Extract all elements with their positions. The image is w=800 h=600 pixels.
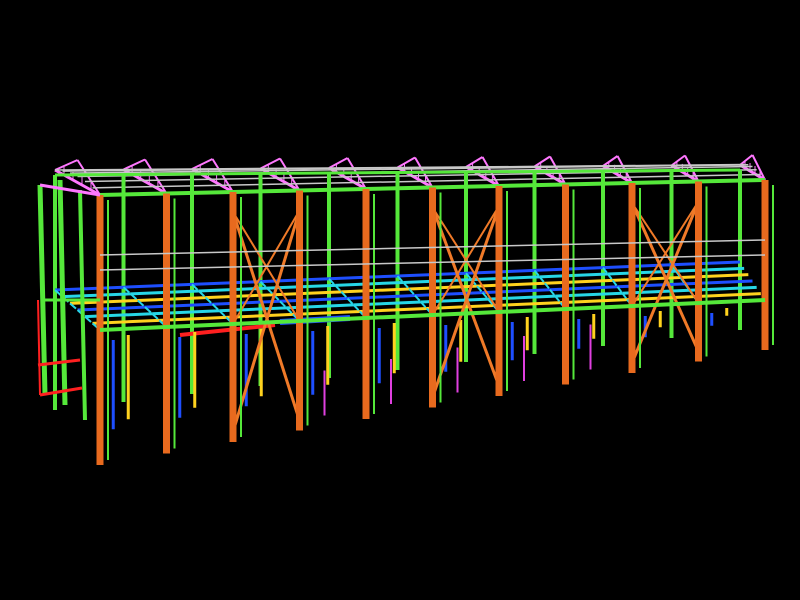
roof-truss-rafter[interactable]: [328, 157, 348, 169]
roof-truss-rafter[interactable]: [191, 158, 213, 170]
gable-column[interactable]: [57, 179, 68, 406]
floor-beam[interactable]: [260, 277, 330, 284]
roof-truss-rafter[interactable]: [602, 155, 619, 167]
floor-beam[interactable]: [347, 294, 416, 300]
floor-beam[interactable]: [693, 292, 761, 299]
roof-truss-rafter[interactable]: [123, 158, 146, 171]
floor-beam[interactable]: [219, 306, 287, 313]
floor-beam[interactable]: [54, 285, 124, 292]
floor-beam[interactable]: [191, 280, 261, 286]
floor-beam[interactable]: [292, 309, 360, 316]
roof-truss-rafter[interactable]: [260, 157, 281, 170]
floor-beam[interactable]: [144, 302, 213, 309]
roof-truss-rafter[interactable]: [397, 156, 416, 169]
floor-beam[interactable]: [414, 291, 483, 297]
model-viewport[interactable]: [0, 0, 800, 600]
roof-truss-rafter[interactable]: [670, 154, 686, 167]
floor-beam[interactable]: [482, 288, 551, 295]
floor-beam[interactable]: [279, 296, 348, 303]
floor-beam[interactable]: [471, 275, 540, 282]
roof-truss-rafter[interactable]: [739, 154, 754, 166]
floor-beam[interactable]: [123, 282, 193, 289]
floor-beam[interactable]: [137, 296, 206, 302]
floor-beam[interactable]: [607, 269, 677, 276]
floor-beam[interactable]: [205, 293, 274, 300]
floor-beam[interactable]: [84, 312, 153, 319]
stair-post[interactable]: [37, 299, 41, 396]
roof-truss-rafter[interactable]: [465, 156, 484, 168]
gable-column[interactable]: [78, 189, 87, 421]
floor-beam[interactable]: [77, 305, 146, 312]
floor-beam[interactable]: [549, 285, 618, 292]
roof-truss-rafter[interactable]: [533, 155, 551, 168]
floor-beam[interactable]: [560, 298, 628, 305]
roof-truss-rafter[interactable]: [54, 159, 78, 171]
steel-structure-model[interactable]: [0, 0, 800, 600]
floor-beam[interactable]: [359, 307, 427, 313]
floor-beam[interactable]: [493, 301, 561, 308]
floor-beam[interactable]: [152, 309, 220, 316]
floor-beam[interactable]: [617, 282, 686, 289]
floor-beam[interactable]: [675, 266, 745, 273]
